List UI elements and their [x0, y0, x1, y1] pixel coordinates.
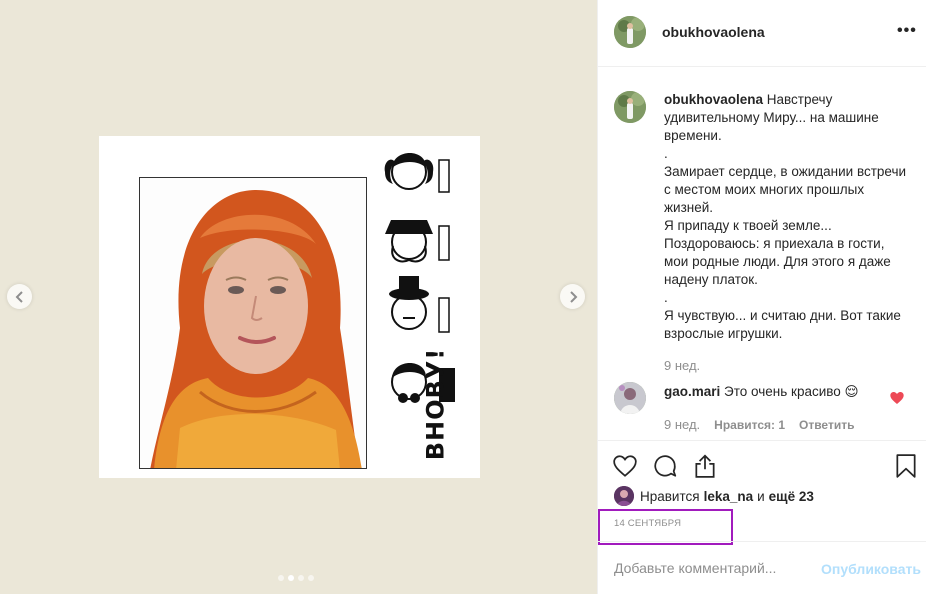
carousel-dot — [288, 575, 294, 581]
caption-username[interactable]: obukhovaolena — [664, 92, 763, 107]
comment-likes-count[interactable]: Нравится: 1 — [714, 418, 785, 432]
caption-avatar[interactable] — [614, 91, 646, 123]
action-bar — [598, 440, 926, 490]
chevron-left-icon — [15, 290, 23, 303]
likes-others-count[interactable]: ещё 23 — [769, 489, 814, 504]
comment-meta: 9 нед. Нравится: 1 Ответить — [664, 417, 854, 432]
author-username[interactable]: obukhovaolena — [662, 24, 765, 40]
portrait-photo — [139, 177, 367, 469]
likes-summary[interactable]: Нравится leka_na и ещё 23 — [614, 486, 814, 506]
post-caption: obukhovaolena Навстречу удивительному Ми… — [664, 91, 909, 343]
liker-username[interactable]: leka_na — [704, 489, 754, 504]
publish-button[interactable]: Опубликовать — [821, 561, 921, 577]
comment-timestamp[interactable]: 9 нед. — [664, 417, 700, 432]
overlay-text-label: ВНОВУ! — [421, 347, 449, 461]
carousel-dot — [278, 575, 284, 581]
carousel-dots — [278, 575, 314, 581]
carousel-dot — [298, 575, 304, 581]
overlay-text: ВНОВУ! — [417, 334, 453, 474]
post-date[interactable]: 14 СЕНТЯБРЯ — [614, 518, 681, 529]
comment-text: Это очень красиво 😌 — [724, 384, 859, 399]
comment-reply-button[interactable]: Ответить — [799, 418, 854, 432]
post-image[interactable]: ВНОВУ! — [99, 136, 480, 478]
carousel-dot — [308, 575, 314, 581]
caption-text: Навстречу удивительному Миру... на машин… — [664, 92, 907, 341]
bookmark-icon[interactable] — [893, 453, 919, 479]
caption-timestamp[interactable]: 9 нед. — [664, 358, 700, 373]
media-viewer: ВНОВУ! — [0, 0, 597, 594]
likes-prefix: Нравится — [640, 488, 700, 504]
comment-form: Опубликовать — [598, 541, 926, 594]
post-header: obukhovaolena ••• — [598, 0, 926, 67]
comment-like-heart-icon[interactable] — [889, 390, 905, 406]
carousel-next-button[interactable] — [560, 284, 585, 309]
likes-connector: и — [757, 488, 765, 504]
carousel-prev-button[interactable] — [7, 284, 32, 309]
like-heart-icon[interactable] — [612, 453, 638, 479]
comment-username[interactable]: gao.mari — [664, 384, 720, 399]
comment: gao.mari Это очень красиво 😌 — [664, 383, 859, 401]
chevron-right-icon — [569, 290, 577, 303]
share-icon[interactable] — [692, 453, 718, 479]
author-avatar[interactable] — [614, 16, 646, 48]
comment-input[interactable] — [614, 560, 814, 576]
commenter-avatar[interactable] — [614, 382, 646, 414]
post-panel: obukhovaolena ••• obukhovaolena Навстреч… — [597, 0, 926, 594]
comment-bubble-icon[interactable] — [652, 453, 678, 479]
more-options-icon[interactable]: ••• — [897, 22, 919, 42]
liker-avatar — [614, 486, 634, 506]
